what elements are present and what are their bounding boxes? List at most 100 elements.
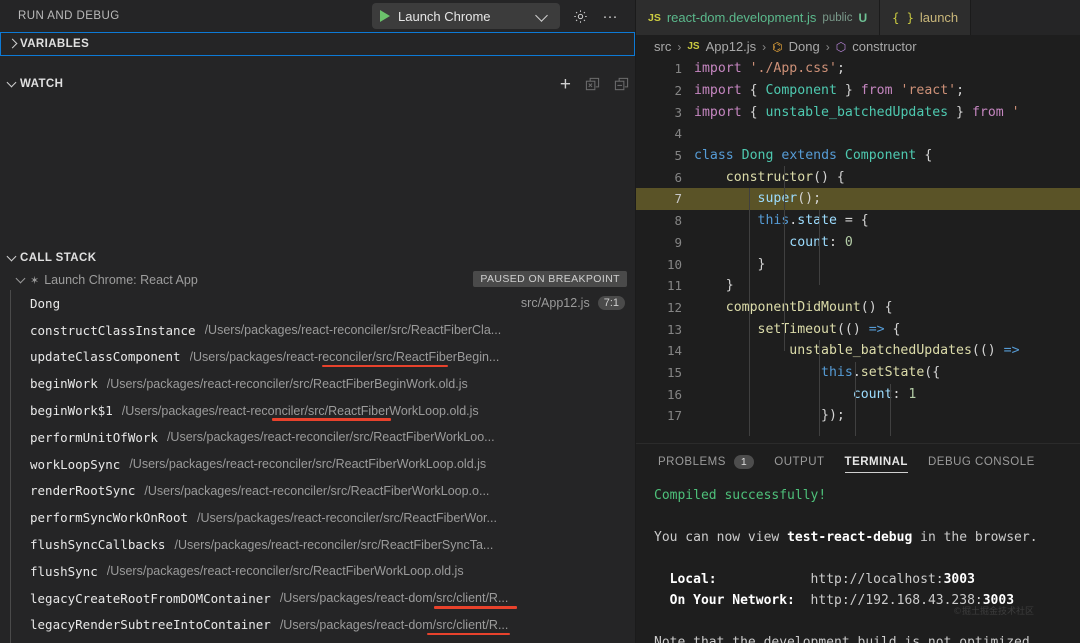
- vscode-window: RUN AND DEBUG Launch Chrome ··· VARIABLE…: [0, 0, 1080, 643]
- line-number: 2: [636, 83, 694, 98]
- annotation-underline: [272, 418, 391, 421]
- collapse-all-icon[interactable]: [614, 77, 629, 92]
- line-number: 4: [636, 126, 694, 141]
- stack-frame-location: src/App12.js 7:1: [521, 296, 625, 310]
- tab-problems[interactable]: PROBLEMS 1: [658, 444, 754, 479]
- chevron-down-icon[interactable]: [536, 10, 548, 22]
- table-row[interactable]: legacyRenderSubtreeIntoContainer /Users/…: [0, 612, 635, 639]
- table-row[interactable]: Dong src/App12.js 7:1: [0, 290, 635, 317]
- session-icon: ✶: [30, 274, 39, 287]
- annotation-underline: [434, 606, 517, 609]
- editor-tab-sublabel: public: [822, 12, 852, 24]
- code-editor[interactable]: 1 import './App.css'; 2 import { Compone…: [636, 58, 1080, 436]
- editor-tab-react-dom-development[interactable]: JS react-dom.development.js public U: [636, 0, 880, 35]
- js-file-icon: JS: [687, 41, 699, 52]
- table-row[interactable]: flushSync /Users/packages/react-reconcil…: [0, 558, 635, 585]
- indent-guide: [890, 384, 891, 436]
- table-row[interactable]: beginWork /Users/packages/react-reconcil…: [0, 370, 635, 397]
- play-icon[interactable]: [380, 10, 390, 22]
- launch-configuration-selector[interactable]: Launch Chrome: [372, 3, 560, 29]
- code-line-text: });: [694, 408, 845, 423]
- indent-guide: [855, 362, 856, 436]
- code-line-text: count: 1: [694, 387, 916, 402]
- code-line-text: unstable_batchedUpdates(() =>: [694, 343, 1020, 358]
- terminal-blank: [654, 509, 662, 524]
- stack-frame-name: legacyRenderSubtreeIntoContainer: [30, 617, 271, 632]
- stack-frame-name: updateClassComponent: [30, 349, 181, 364]
- table-row[interactable]: beginWork$1 /Users/packages/react-reconc…: [0, 397, 635, 424]
- annotation-underline: [322, 365, 448, 368]
- code-line: 4: [636, 123, 1080, 145]
- chevron-down-icon[interactable]: [4, 76, 20, 92]
- code-line-text: this.setState({: [694, 365, 940, 380]
- code-line: 1 import './App.css';: [636, 58, 1080, 80]
- terminal-network-label: On Your Network:: [654, 593, 795, 608]
- table-row[interactable]: performUnitOfWork /Users/packages/react-…: [0, 424, 635, 451]
- breadcrumb-item-src[interactable]: src: [654, 39, 671, 54]
- table-row[interactable]: updateClassComponent /Users/packages/rea…: [0, 344, 635, 371]
- editor-tab-launch-json[interactable]: { } launch: [880, 0, 971, 35]
- gear-icon[interactable]: [570, 5, 590, 27]
- code-line: 17 });: [636, 405, 1080, 427]
- stack-frame-path: /Users/packages/react-reconciler/src/Rea…: [205, 323, 502, 337]
- line-number: 10: [636, 257, 694, 272]
- stack-frame-name: renderRootSync: [30, 483, 135, 498]
- variables-body: [0, 56, 635, 72]
- tab-terminal[interactable]: TERMINAL: [845, 444, 908, 479]
- collapse-all-x-icon[interactable]: [585, 77, 600, 92]
- code-line-text: class Dong extends Component {: [694, 148, 932, 163]
- code-line: 2 import { Component } from 'react';: [636, 80, 1080, 102]
- table-row[interactable]: performSyncWorkOnRoot /Users/packages/re…: [0, 504, 635, 531]
- terminal-network-url: http://192.168.43.238:: [795, 593, 983, 608]
- chevron-down-icon[interactable]: [14, 273, 28, 287]
- debug-session-row[interactable]: ✶ Launch Chrome: React App PAUSED ON BRE…: [0, 270, 635, 290]
- terminal-output[interactable]: Compiled successfully! You can now view …: [636, 479, 1080, 643]
- line-number: 8: [636, 213, 694, 228]
- breadcrumb: src › JS App12.js › ⌬ Dong › ⬡ construct…: [636, 35, 1080, 58]
- chevron-down-icon[interactable]: [4, 250, 20, 266]
- terminal-app-name: test-react-debug: [787, 530, 912, 545]
- terminal-view-suffix: in the browser.: [912, 530, 1037, 545]
- breadcrumb-item-file[interactable]: App12.js: [706, 39, 757, 54]
- stack-frame-path: /Users/packages/react-reconciler/src/Rea…: [107, 377, 468, 391]
- stack-frame-path: /Users/packages/react-reconciler/src/Rea…: [107, 564, 464, 578]
- chevron-right-icon: ›: [677, 40, 681, 54]
- terminal-local-port: 3003: [944, 572, 975, 587]
- section-variables[interactable]: VARIABLES: [0, 32, 635, 56]
- line-number: 7: [636, 191, 694, 206]
- class-icon: ⌬: [772, 40, 782, 54]
- line-number: 16: [636, 387, 694, 402]
- breadcrumb-item-method[interactable]: constructor: [852, 39, 916, 54]
- breadcrumb-item-class[interactable]: Dong: [789, 39, 820, 54]
- code-line-text: import './App.css';: [694, 61, 845, 76]
- section-call-stack[interactable]: CALL STACK: [0, 246, 635, 270]
- tab-output[interactable]: OUTPUT: [774, 444, 824, 479]
- js-file-icon: JS: [648, 12, 661, 24]
- terminal-network-port: 3003: [983, 593, 1014, 608]
- table-row[interactable]: constructClassInstance /Users/packages/r…: [0, 317, 635, 344]
- chevron-right-icon[interactable]: [4, 36, 20, 52]
- tab-debug-console[interactable]: DEBUG CONSOLE: [928, 444, 1035, 479]
- page-title: RUN AND DEBUG: [18, 10, 120, 22]
- stack-frame-position: 7:1: [598, 296, 625, 310]
- debug-toolbar: Launch Chrome ···: [372, 2, 620, 30]
- section-variables-label: VARIABLES: [20, 38, 89, 50]
- line-number: 14: [636, 343, 694, 358]
- terminal-local-line: Local: http://localhost:3003: [654, 572, 975, 587]
- ellipsis-icon[interactable]: ···: [600, 5, 620, 27]
- code-line: 3 import { unstable_batchedUpdates } fro…: [636, 101, 1080, 123]
- add-expression-icon[interactable]: +: [560, 75, 571, 94]
- editor-tab-bar: JS react-dom.development.js public U { }…: [636, 0, 1080, 35]
- terminal-network-line: On Your Network: http://192.168.43.238:3…: [654, 593, 1014, 608]
- code-line: 9 count: 0: [636, 232, 1080, 254]
- stack-frame-name: legacyCreateRootFromDOMContainer: [30, 591, 271, 606]
- table-row[interactable]: render /Users/packages/react-dom/src/cli…: [0, 638, 635, 643]
- stack-frame-name: constructClassInstance: [30, 323, 196, 338]
- table-row[interactable]: renderRootSync /Users/packages/react-rec…: [0, 478, 635, 505]
- table-row[interactable]: legacyCreateRootFromDOMContainer /Users/…: [0, 585, 635, 612]
- code-line: 15 this.setState({: [636, 362, 1080, 384]
- table-row[interactable]: workLoopSync /Users/packages/react-recon…: [0, 451, 635, 478]
- table-row[interactable]: flushSyncCallbacks /Users/packages/react…: [0, 531, 635, 558]
- stack-frame-name: flushSyncCallbacks: [30, 537, 165, 552]
- section-watch[interactable]: WATCH +: [0, 72, 635, 96]
